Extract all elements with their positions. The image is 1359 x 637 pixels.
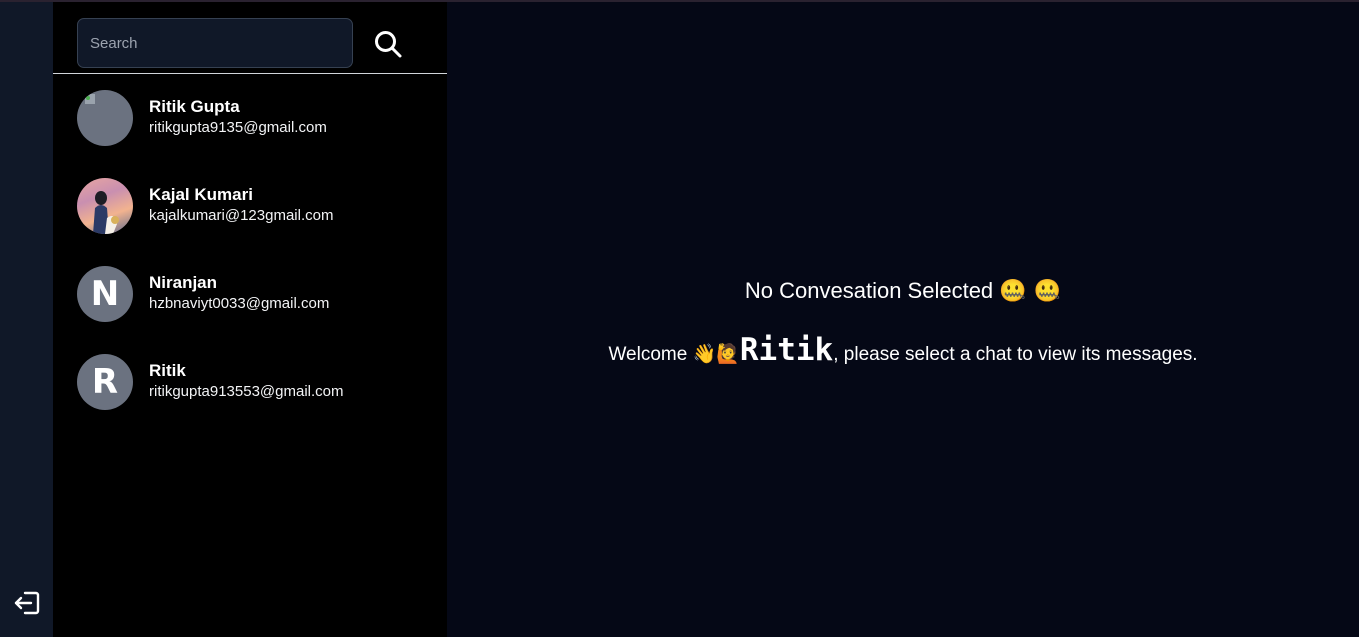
- welcome-prefix: Welcome: [608, 344, 688, 365]
- contact-item[interactable]: Kajal Kumari kajalkumari@123gmail.com: [77, 178, 437, 238]
- contact-item[interactable]: N Niranjan hzbnaviyt0033@gmail.com: [77, 266, 437, 326]
- avatar: [77, 90, 133, 146]
- contact-name: Niranjan: [149, 273, 218, 292]
- profile-photo-icon: [93, 191, 119, 234]
- avatar-initial: N: [90, 274, 120, 314]
- contact-name: Ritik: [149, 361, 186, 380]
- search-button[interactable]: [373, 29, 403, 59]
- no-conversation-title: No Convesation Selected 🤐 🤐: [447, 278, 1359, 304]
- avatar-initial: R: [91, 362, 119, 402]
- search-input[interactable]: [78, 19, 352, 67]
- logout-button[interactable]: [13, 590, 41, 616]
- avatar: R: [77, 354, 133, 410]
- welcome-user-name: Ritik: [739, 332, 834, 368]
- conversation-panel: No Convesation Selected 🤐 🤐 Welcome 👋🙋Ri…: [447, 2, 1359, 637]
- contact-email: hzbnaviyt0033@gmail.com: [149, 295, 330, 312]
- contact-email: kajalkumari@123gmail.com: [149, 207, 334, 224]
- avatar: N: [77, 266, 133, 322]
- broken-image-icon: [85, 94, 95, 104]
- chat-sidebar: Ritik Gupta ritikgupta9135@gmail.com Kaj…: [53, 2, 447, 637]
- sidebar-divider: [53, 73, 447, 74]
- contact-email: ritikgupta9135@gmail.com: [149, 119, 327, 136]
- avatar: [77, 178, 133, 234]
- empty-title-text: No Convesation Selected: [744, 278, 994, 303]
- contact-item[interactable]: R Ritik ritikgupta913553@gmail.com: [77, 354, 437, 414]
- logout-icon: [14, 591, 40, 615]
- contact-name: Kajal Kumari: [149, 185, 253, 204]
- search-box: [77, 18, 353, 68]
- welcome-message: Welcome 👋🙋Ritik, please select a chat to…: [447, 332, 1359, 368]
- waving-hand-emoji-icon: 👋🙋: [692, 343, 740, 365]
- contact-name: Ritik Gupta: [149, 97, 240, 116]
- left-rail: [0, 2, 53, 637]
- search-icon: [375, 31, 402, 58]
- zipper-mouth-emoji-icon: 🤐 🤐: [999, 279, 1062, 304]
- contact-email: ritikgupta913553@gmail.com: [149, 383, 344, 400]
- contact-item[interactable]: Ritik Gupta ritikgupta9135@gmail.com: [77, 90, 437, 150]
- welcome-suffix: , please select a chat to view its messa…: [833, 344, 1198, 365]
